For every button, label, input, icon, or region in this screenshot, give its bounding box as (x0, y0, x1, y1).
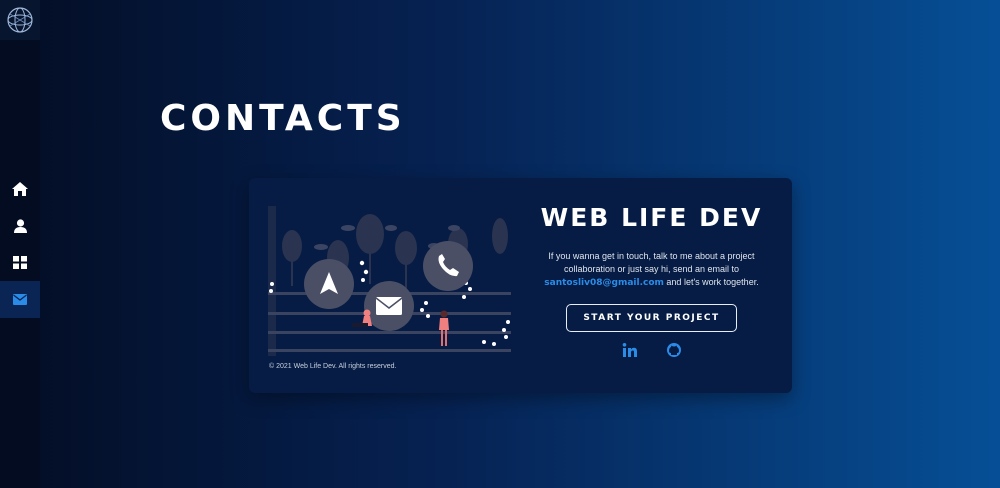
globe-logo-icon (7, 7, 33, 33)
brand-title: WEB LIFE DEV (540, 203, 763, 232)
nav-item-about[interactable] (0, 207, 40, 244)
nav-item-contact[interactable] (0, 281, 40, 318)
page-title: CONTACTS (160, 98, 406, 139)
nav-item-home[interactable] (0, 170, 40, 207)
contact-blurb: If you wanna get in touch, talk to me ab… (534, 250, 769, 290)
copyright-text: © 2021 Web Life Dev. All rights reserved… (269, 363, 397, 370)
email-link[interactable]: santosliv08@gmail.com (544, 278, 664, 288)
linkedin-icon[interactable] (622, 342, 638, 358)
grid-icon (13, 256, 27, 269)
start-project-button[interactable]: START YOUR PROJECT (566, 304, 737, 332)
mail-icon (13, 294, 27, 305)
home-icon (12, 181, 28, 196)
blurb-text: If you wanna get in touch, talk to me ab… (548, 251, 755, 274)
sidebar (0, 0, 40, 488)
contact-card: © 2021 Web Life Dev. All rights reserved… (249, 178, 792, 393)
logo[interactable] (0, 0, 40, 40)
github-icon[interactable] (666, 342, 682, 358)
contact-illustration (268, 206, 511, 356)
user-icon (13, 218, 27, 233)
blurb-text-end: and let's work together. (663, 277, 759, 287)
sidebar-nav (0, 170, 40, 318)
nav-item-portfolio[interactable] (0, 244, 40, 281)
